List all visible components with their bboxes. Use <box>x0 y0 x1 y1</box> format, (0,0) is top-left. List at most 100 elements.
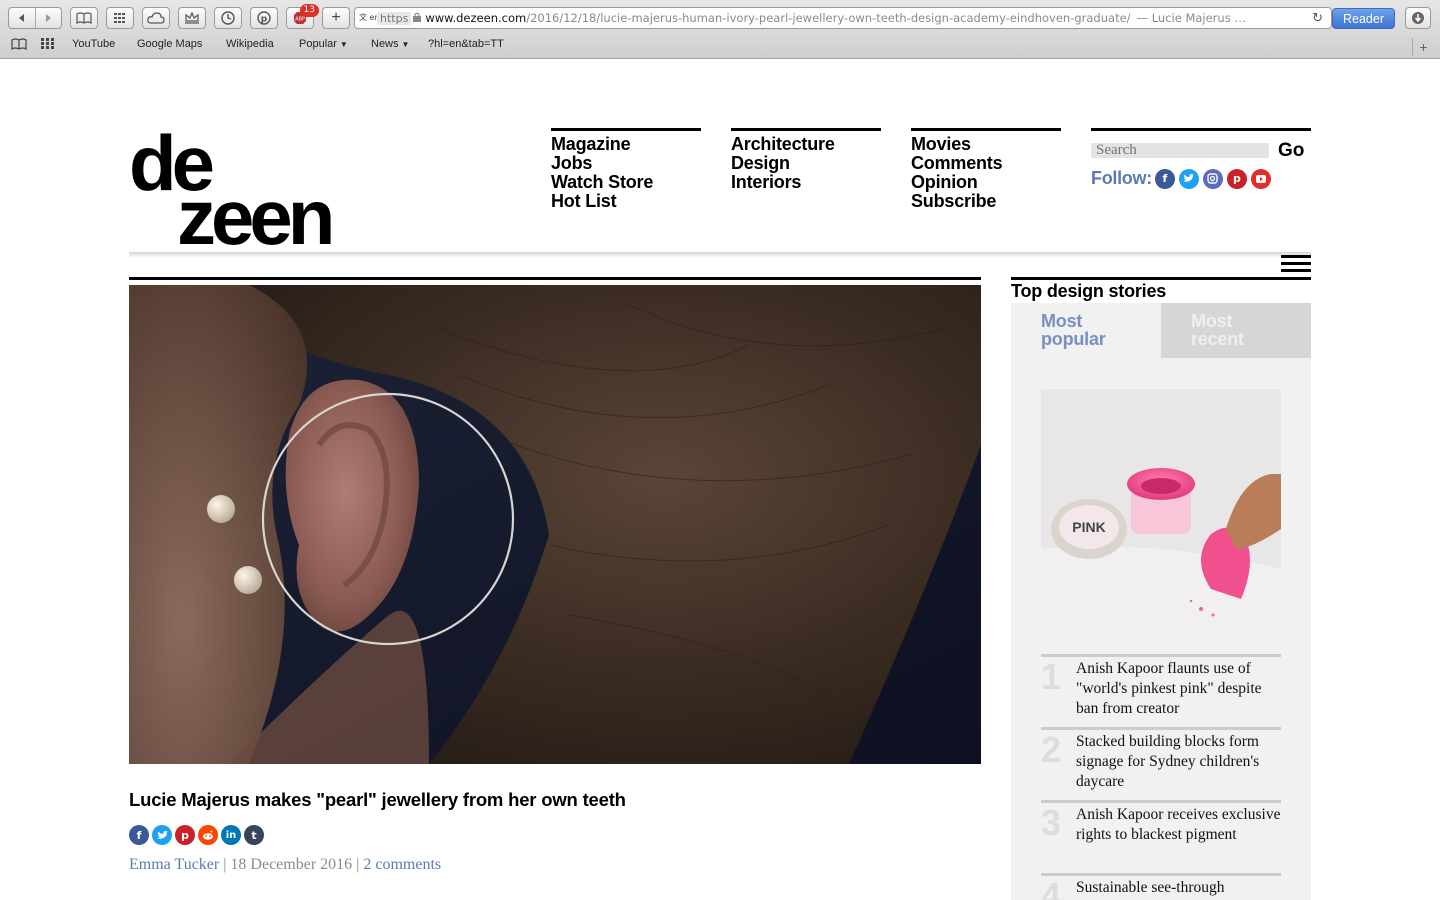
lock-icon <box>413 11 422 25</box>
back-icon[interactable] <box>9 8 36 28</box>
https-label: https <box>377 11 412 25</box>
download-icon <box>1412 12 1424 24</box>
share-pinterest-icon[interactable]: p <box>175 825 195 845</box>
story-headline[interactable]: Stacked building blocks form signage for… <box>1076 732 1281 792</box>
story-item-2[interactable]: 2 Stacked building blocks form signage f… <box>1041 727 1281 792</box>
chevron-down-icon: ▼ <box>401 40 410 49</box>
share-facebook-icon[interactable]: f <box>129 825 149 845</box>
reading-list-button[interactable] <box>70 7 98 29</box>
hero-image[interactable] <box>129 285 981 764</box>
story-rank: 2 <box>1041 729 1062 770</box>
chevron-down-icon: ▼ <box>339 40 348 49</box>
top-sites-button[interactable] <box>106 7 134 29</box>
story-headline[interactable]: Anish Kapoor receives exclusive rights t… <box>1076 805 1281 845</box>
featured-story-image[interactable]: PINK <box>1041 389 1281 629</box>
youtube-icon[interactable] <box>1250 168 1271 189</box>
facebook-icon[interactable]: f <box>1154 168 1175 189</box>
pinterest-icon: p <box>257 11 271 25</box>
follow-label: Follow: <box>1091 168 1152 188</box>
svg-text:p: p <box>261 15 268 25</box>
tab-most-recent[interactable]: Most recent <box>1161 303 1311 358</box>
reader-button[interactable]: Reader <box>1332 8 1395 29</box>
reload-icon[interactable]: ↻ <box>1312 11 1323 26</box>
adblock-count-badge: 13 <box>299 4 319 17</box>
nav-hot-list[interactable]: Hot List <box>551 192 701 211</box>
search-input[interactable] <box>1091 143 1269 158</box>
bookmark-popular-label: Popular <box>299 38 337 50</box>
pinterest-icon[interactable]: p <box>1226 168 1247 189</box>
grid-icon <box>114 13 125 23</box>
bookmark-wikipedia[interactable]: Wikipedia <box>226 38 274 50</box>
twitter-icon[interactable] <box>1178 168 1199 189</box>
back-forward-buttons[interactable] <box>8 7 62 29</box>
top-stories-panel: Most popular Most recent PINK 1 Anish Ka… <box>1011 303 1311 900</box>
article-top-rule <box>129 277 981 280</box>
nav-magazine[interactable]: Magazine <box>551 135 701 154</box>
adblock-button[interactable]: ABP 13 <box>286 4 319 29</box>
comments-link[interactable]: 2 comments <box>363 856 441 873</box>
search-go-button[interactable]: Go <box>1278 140 1304 162</box>
bookmark-youtube[interactable]: YouTube <box>72 38 115 50</box>
nav-movies[interactable]: Movies <box>911 135 1061 154</box>
story-rank: 1 <box>1041 656 1062 697</box>
header-divider <box>129 252 1311 258</box>
article-title[interactable]: Lucie Majerus makes "pearl" jewellery fr… <box>129 789 626 811</box>
story-headline[interactable]: Sustainable see-through <box>1076 878 1281 898</box>
logo-line-2: zeen <box>177 173 335 261</box>
history-button[interactable] <box>214 7 242 29</box>
share-tumblr-icon[interactable]: t <box>244 825 264 845</box>
story-headline[interactable]: Anish Kapoor flaunts use of "world's pin… <box>1076 659 1281 719</box>
url-page-title: — Lucie Majerus mak... <box>1136 11 1253 25</box>
bookmark-add-button[interactable] <box>178 7 206 29</box>
bookmark-news-label: News <box>371 38 399 50</box>
translate-icon[interactable]: 文 en <box>359 14 380 22</box>
icloud-button[interactable] <box>142 7 170 29</box>
search-block: Go Follow: f p <box>1091 128 1311 189</box>
bookmark-translate-tt[interactable]: ?hl=en&tab=TT <box>428 38 504 50</box>
url-path: /2016/12/18/lucie-majerus-human-ivory-pe… <box>526 11 1131 25</box>
nav-watch-store[interactable]: Watch Store <box>551 173 701 192</box>
svg-text:ABP: ABP <box>295 17 305 23</box>
bookmark-folder-popular[interactable]: Popular ▼ <box>299 38 348 50</box>
pinterest-extension-button[interactable]: p <box>250 7 278 29</box>
bookmark-google-maps[interactable]: Google Maps <box>137 38 202 50</box>
share-buttons: f p in t <box>129 825 267 845</box>
svg-text:PINK: PINK <box>1072 519 1105 535</box>
share-linkedin-icon[interactable]: in <box>221 825 241 845</box>
clock-icon <box>221 11 235 25</box>
story-item-3[interactable]: 3 Anish Kapoor receives exclusive rights… <box>1041 800 1281 845</box>
nav-subscribe[interactable]: Subscribe <box>911 192 1061 211</box>
forward-icon[interactable] <box>36 8 62 28</box>
nav-comments[interactable]: Comments <box>911 154 1061 173</box>
story-item-4[interactable]: 4 Sustainable see-through <box>1041 873 1281 900</box>
article-date: 18 December 2016 <box>230 856 353 873</box>
menu-icon[interactable] <box>1281 255 1311 277</box>
nav-opinion[interactable]: Opinion <box>911 173 1061 192</box>
cloud-icon <box>147 12 165 24</box>
top-sites-icon[interactable] <box>41 38 54 52</box>
address-bar[interactable]: 文 en https www.dezeen.com /2016/12/18/lu… <box>354 7 1332 29</box>
story-rank: 3 <box>1041 802 1062 843</box>
bookmark-folder-news[interactable]: News ▼ <box>371 38 409 50</box>
author-link[interactable]: Emma Tucker <box>129 856 219 873</box>
nav-jobs[interactable]: Jobs <box>551 154 701 173</box>
nav-design[interactable]: Design <box>731 154 881 173</box>
nav-column-1: Magazine Jobs Watch Store Hot List <box>551 128 701 211</box>
add-tab-icon[interactable]: + <box>1412 38 1434 56</box>
instagram-icon[interactable] <box>1202 168 1223 189</box>
sidebar-title: Top design stories <box>1011 281 1167 301</box>
reading-list-icon[interactable] <box>11 38 27 53</box>
share-twitter-icon[interactable] <box>152 825 172 845</box>
bookmarks-bar: YouTube Google Maps Wikipedia Popular ▼ N… <box>0 37 1440 55</box>
tab-most-popular[interactable]: Most popular <box>1011 303 1161 358</box>
nav-column-2: Architecture Design Interiors <box>731 128 881 192</box>
article-byline: Emma Tucker | 18 December 2016 | 2 comme… <box>129 856 442 873</box>
nav-interiors[interactable]: Interiors <box>731 173 881 192</box>
share-reddit-icon[interactable] <box>198 825 218 845</box>
downloads-button[interactable] <box>1405 7 1431 29</box>
story-item-1[interactable]: 1 Anish Kapoor flaunts use of "world's p… <box>1041 654 1281 719</box>
new-tab-button[interactable]: + <box>322 7 350 29</box>
browser-toolbar: p ABP 13 + 文 en https www.dezeen.com /20… <box>0 0 1440 59</box>
nav-architecture[interactable]: Architecture <box>731 135 881 154</box>
story-rank: 4 <box>1041 875 1062 900</box>
